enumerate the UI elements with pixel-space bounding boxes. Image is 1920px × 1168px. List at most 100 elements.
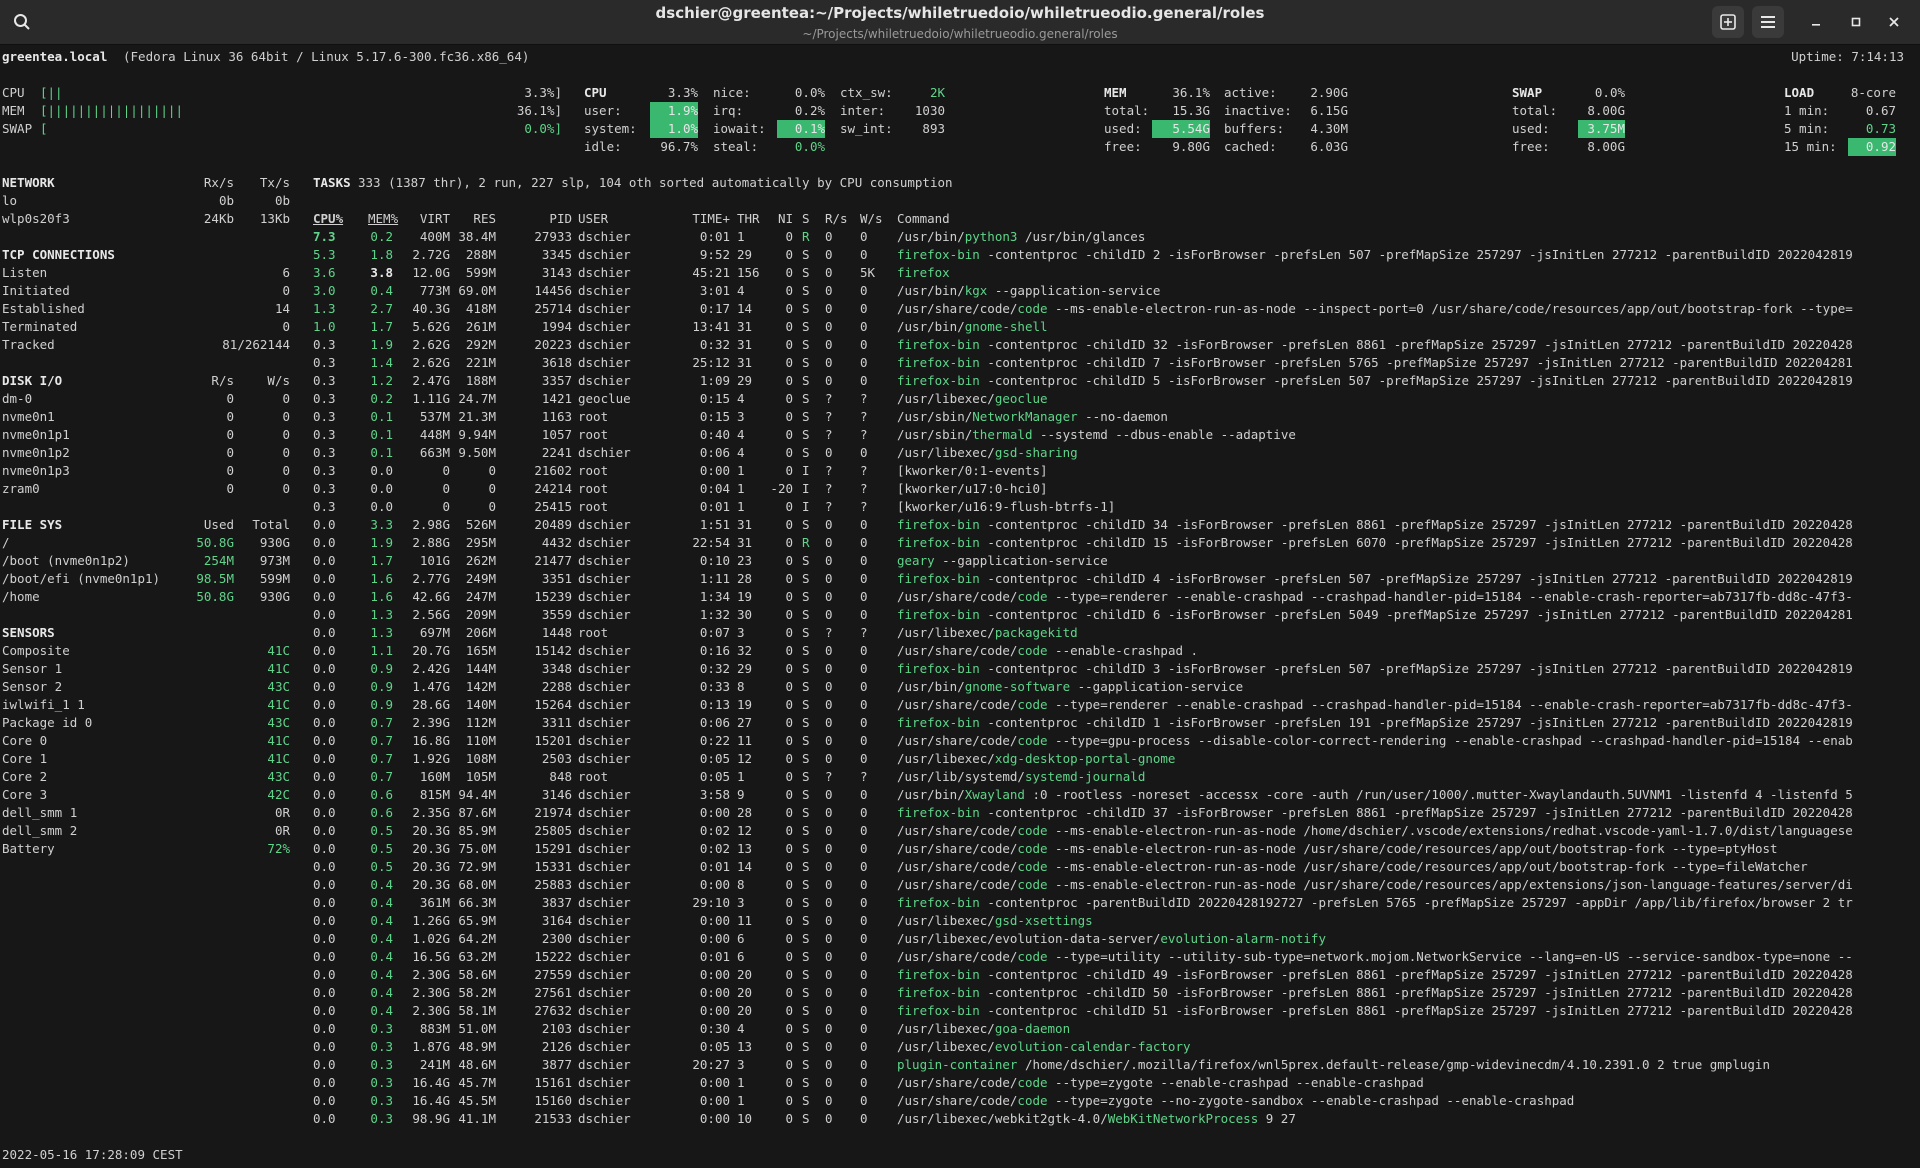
proc-command: /usr/libexec/goa-daemon [897,1020,1070,1038]
proc-thr: 1 [737,499,745,514]
proc-pid: 27632 [534,1003,572,1018]
sensor-label: iwlwifi_1 1 [2,697,85,712]
proc-thr: 29 [737,373,753,388]
fs-used: 254M [203,553,234,568]
proc-command-name: gsd-sharing [994,445,1078,460]
proc-ni: 0 [785,391,793,406]
ql-mem-pct: 36.1%] [516,103,562,118]
proc-ni: 0 [785,1057,793,1072]
proc-user: dschier [578,1039,631,1054]
proc-cpu: 0.0 [313,697,336,712]
proc-rs: 0 [825,283,833,298]
proc-command-args: /home/dschier/.mozilla/firefox/wnl5prex.… [1017,1057,1770,1072]
proc-rs: ? [825,769,833,784]
proc-time: 0:13 [699,697,730,712]
proc-mem: 0.3 [370,1075,393,1090]
mem-used: 5.54G [1152,120,1210,138]
proc-res: 142M [465,679,496,694]
proc-thr: 32 [737,643,753,658]
proc-cpu: 1.0 [313,319,336,334]
ql-mem-bar: [|||||||||||||||||| [40,103,183,118]
proc-virt: 241M [419,1057,450,1072]
proc-command: /usr/bin/gnome-shell [897,318,1048,336]
network-tx-header: Tx/s [259,175,290,190]
disk-r-header: R/s [211,373,234,388]
sensor-label: Sensor 1 [2,661,63,676]
proc-ws: 0 [860,1021,868,1036]
proc-rs: 0 [825,1003,833,1018]
proc-command-name: geoclue [994,391,1048,406]
proc-command: /usr/share/code/code --type=utility --ut… [897,948,1853,966]
network-rx-header: Rx/s [203,175,234,190]
swap-free-label: free: [1512,139,1550,154]
proc-command-args: --ms-enable-electron-run-as-node /usr/sh… [1047,841,1778,856]
proc-thr: 6 [737,949,745,964]
proc-command-name: firefox-bin [897,967,980,982]
proc-time: 0:00 [699,805,730,820]
proc-pid: 20223 [534,337,572,352]
swap-free: 8.00G [1587,139,1625,154]
proc-command-name: code [1017,589,1048,604]
proc-thr: 20 [737,985,753,1000]
proc-mem: 0.4 [370,913,393,928]
fs-used: 50.8G [196,535,234,550]
proc-pid: 20489 [534,517,572,532]
terminal-area[interactable]: greentea.local (Fedora Linux 36 64bit / … [0,46,1920,1168]
proc-ws: 0 [860,967,868,982]
proc-ni: 0 [785,697,793,712]
maximize-button[interactable] [1840,6,1872,38]
proc-user: dschier [578,319,631,334]
proc-command-name: systemd-journald [1024,769,1146,784]
proc-command-name: code [1017,697,1048,712]
proc-mem: 1.4 [370,355,393,370]
proc-command-name: gnome-software [964,679,1071,694]
network-rx: 0b [218,193,234,208]
proc-s: S [802,643,810,658]
sensor-value: 0R [274,823,290,838]
proc-mem: 1.1 [370,643,393,658]
proc-time: 0:33 [699,679,730,694]
proc-user: root [578,481,609,496]
proc-ws: 0 [860,301,868,316]
proc-ws: ? [860,409,868,424]
proc-cpu: 0.0 [313,589,336,604]
proc-command-args: /usr/bin/glances [1017,229,1146,244]
new-tab-icon [1720,14,1736,30]
proc-command-path: /usr/libexec/ [897,625,995,640]
mem-free-label: free: [1104,139,1142,154]
proc-command-name: kgx [964,283,988,298]
proc-command: geary --gapplication-service [897,552,1108,570]
proc-ws: 0 [860,373,868,388]
proc-ni: 0 [785,445,793,460]
proc-pid: 25714 [534,301,572,316]
proc-user: dschier [578,355,631,370]
proc-res: 247M [465,589,496,604]
close-button[interactable] [1878,6,1910,38]
proc-res: 261M [465,319,496,334]
proc-rs: 0 [825,661,833,676]
proc-user: dschier [578,535,631,550]
proc-res: 418M [465,301,496,316]
proc-ni: 0 [785,643,793,658]
proc-ws: 0 [860,733,868,748]
proc-mem: 0.5 [370,859,393,874]
proc-pid: 3146 [541,787,572,802]
minimize-button[interactable] [1800,6,1832,38]
proc-ws: 0 [860,247,868,262]
proc-command-name: gnome-shell [964,319,1048,334]
proc-command-name: plugin-container [897,1057,1018,1072]
proc-virt: 2.30G [412,985,450,1000]
menu-button[interactable] [1752,6,1784,38]
proc-command-name: thermald [972,427,1033,442]
cpu-title: CPU [584,85,607,100]
proc-ws: 0 [860,877,868,892]
proc-s: S [802,265,810,280]
proc-virt: 2.30G [412,1003,450,1018]
proc-command: /usr/bin/gnome-software --gapplication-s… [897,678,1243,696]
proc-ws: 0 [860,643,868,658]
proc-user: dschier [578,967,631,982]
proc-thr: 4 [737,1021,745,1036]
proc-pid: 21602 [534,463,572,478]
new-tab-button[interactable] [1712,6,1744,38]
proc-cpu: 0.0 [313,1093,336,1108]
